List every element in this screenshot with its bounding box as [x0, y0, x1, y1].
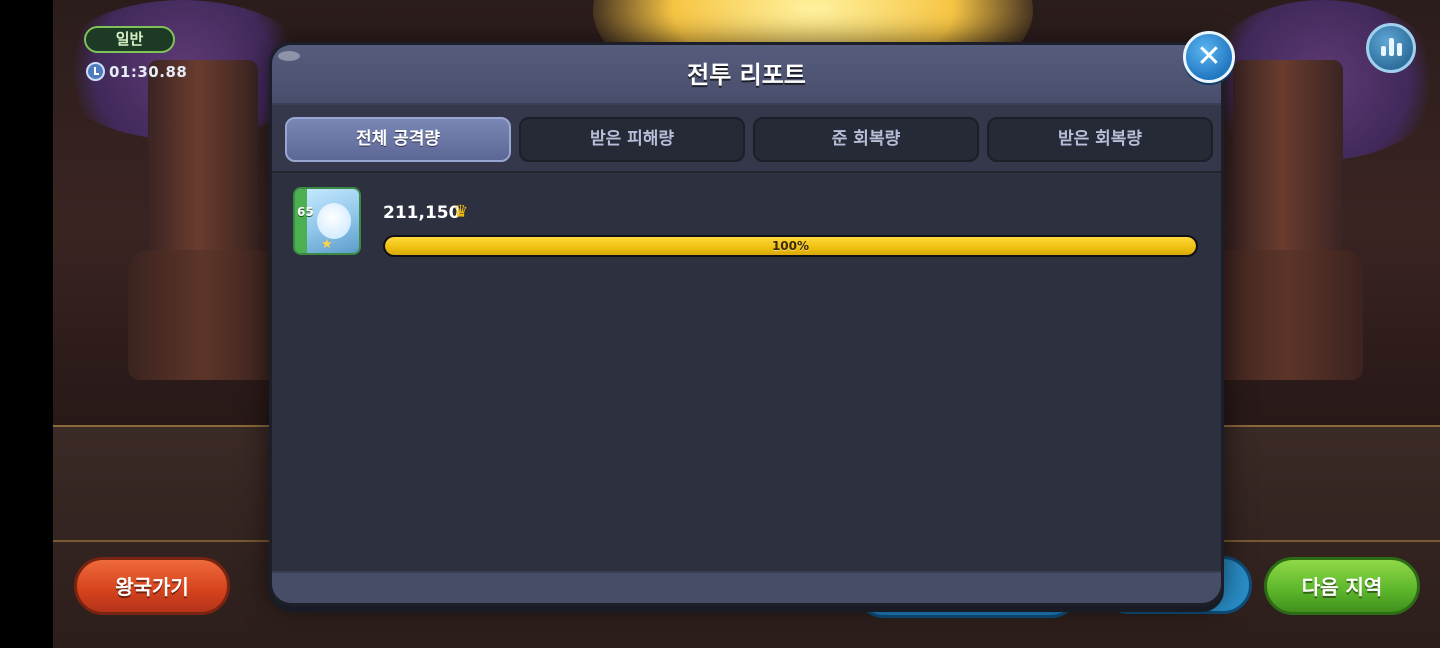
modal-title: 전투 리포트 [687, 61, 806, 89]
pillar-base-right [1213, 250, 1363, 380]
star-icon: ★ [321, 237, 333, 252]
cookie-level: 65 [297, 205, 314, 219]
portrait-level-stripe [295, 189, 307, 253]
timer-text: 01:30.88 [109, 62, 188, 81]
tab-healing-done[interactable]: 준 회복량 [753, 117, 979, 162]
battle-mode-badge: 일반 [84, 26, 175, 53]
damage-percent-label: 100% [771, 239, 810, 253]
cookie-portrait[interactable]: 65 ★ [293, 187, 361, 255]
tab-healing-received[interactable]: 받은 회복량 [987, 117, 1213, 162]
modal-header: 전투 리포트 [272, 45, 1221, 105]
close-button[interactable]: ✕ [1183, 31, 1235, 83]
report-entry: 65 ★ 211,150 ♛ 100% [293, 187, 1203, 257]
report-tab-bar: 전체 공격량 받은 피해량 준 회복량 받은 회복량 [272, 105, 1221, 173]
tab-total-damage[interactable]: 전체 공격량 [285, 117, 511, 162]
go-to-kingdom-button[interactable]: 왕국가기 [74, 557, 230, 615]
next-area-button[interactable]: 다음 지역 [1264, 557, 1420, 615]
bar-chart-icon [1380, 46, 1386, 56]
damage-value: 211,150 [383, 203, 461, 223]
bar-chart-icon-bar [1396, 43, 1402, 56]
close-icon: ✕ [1196, 39, 1222, 74]
cookie-face [317, 203, 351, 239]
modal-footer [272, 571, 1221, 603]
crown-icon: ♛ [453, 202, 469, 222]
clock-icon [86, 62, 105, 81]
tab-damage-taken[interactable]: 받은 피해량 [519, 117, 745, 162]
damage-progress-bar: 100% [383, 235, 1198, 257]
bar-chart-icon-bar [1388, 38, 1394, 56]
battle-timer: 01:30.88 [86, 62, 187, 81]
stats-button[interactable] [1366, 23, 1416, 73]
battle-report-modal: 전투 리포트 전체 공격량 받은 피해량 준 회복량 받은 회복량 65 ★ 2… [269, 42, 1224, 606]
pillar-base-left [128, 250, 278, 380]
